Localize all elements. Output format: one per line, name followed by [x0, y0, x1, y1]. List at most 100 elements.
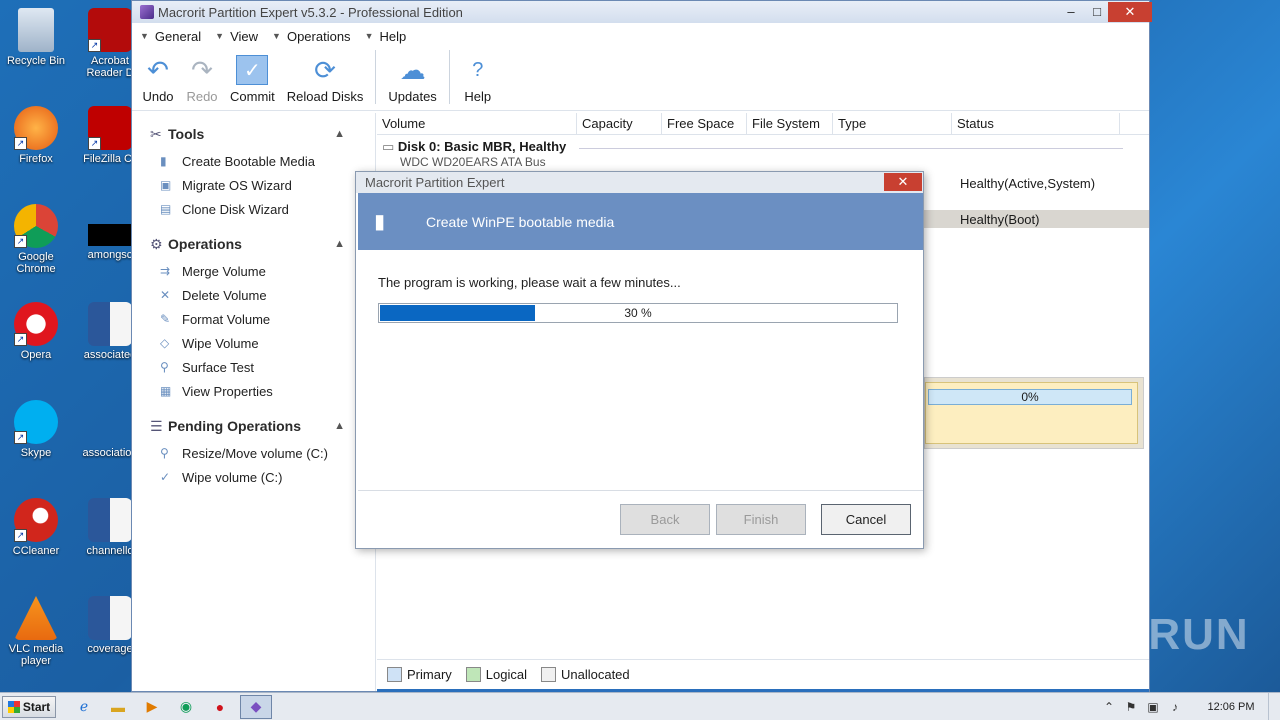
disk-map[interactable]: 0%	[924, 377, 1144, 449]
pending-item[interactable]: ⚲ Resize/Move volume (C:)	[132, 441, 375, 465]
desktop-icon-firefox[interactable]: ↗ Firefox	[0, 106, 72, 165]
collapse-icon[interactable]: ▲	[334, 420, 345, 432]
eraser-icon: ◇	[160, 336, 170, 350]
sidebar-item-wipe-volume[interactable]: ◇ Wipe Volume	[132, 331, 375, 355]
menu-view[interactable]: ▼ View	[215, 29, 258, 44]
desktop-icon-label: amongsc	[87, 249, 133, 261]
undo-label: Undo	[142, 89, 174, 104]
sidebar-item-migrate-os[interactable]: ▣ Migrate OS Wizard	[132, 173, 375, 197]
legend-unallocated: Unallocated	[540, 667, 630, 682]
updates-button[interactable]: ☁ Updates	[382, 55, 442, 104]
unallocated-swatch	[540, 667, 556, 682]
title-bar: Macrorit Partition Expert v5.3.2 - Profe…	[132, 1, 1149, 23]
desktop-icon-recycle-bin[interactable]: Recycle Bin	[0, 8, 72, 67]
taskbar-ie[interactable]: ℯ	[70, 695, 98, 719]
legend-label: Logical	[485, 667, 527, 682]
dialog-title: Macrorit Partition Expert	[356, 172, 923, 193]
sidebar-item-clone-disk[interactable]: ▤ Clone Disk Wizard	[132, 197, 375, 221]
taskbar-media-player[interactable]: ▶	[138, 695, 166, 719]
desktop-icon-vlc[interactable]: VLC media player	[0, 596, 72, 667]
partition-block[interactable]: 0%	[925, 382, 1138, 444]
blank-file-icon	[88, 400, 132, 444]
operations-section-header[interactable]: ⚙ Operations ▲	[132, 229, 375, 259]
column-header-file-system[interactable]: File System	[747, 113, 833, 134]
undo-button[interactable]: ↶ Undo	[136, 55, 180, 104]
start-button[interactable]: Start	[2, 695, 56, 718]
reload-disks-button[interactable]: ⟳ Reload Disks	[281, 55, 370, 104]
taskbar-partition-expert[interactable]: ◆	[240, 694, 272, 719]
pending-list-icon: ☰	[150, 417, 163, 434]
redo-button[interactable]: ↷ Redo	[180, 55, 224, 104]
cancel-button[interactable]: Cancel	[821, 504, 911, 535]
sidebar-item-delete-volume[interactable]: ✕ Delete Volume	[132, 283, 375, 307]
desktop-icon-label: Opera	[20, 349, 52, 361]
resize-icon: ⚲	[160, 446, 169, 460]
pending-section-header[interactable]: ☰ Pending Operations ▲	[132, 411, 375, 441]
column-header-volume[interactable]: Volume	[377, 113, 577, 134]
partition-expert-icon: ◆	[250, 698, 262, 714]
menu-operations[interactable]: ▼ Operations	[272, 29, 351, 44]
updates-label: Updates	[388, 89, 437, 104]
chevron-down-icon: ▼	[140, 31, 149, 41]
help-button[interactable]: ? Help	[456, 55, 500, 104]
desktop-icon-label: Acrobat Reader D	[86, 55, 134, 79]
sidebar-item-surface-test[interactable]: ⚲ Surface Test	[132, 355, 375, 379]
column-header-type[interactable]: Type	[833, 113, 952, 134]
sidebar-item-label: Create Bootable Media	[182, 153, 315, 169]
properties-icon: ▦	[160, 384, 172, 398]
column-header-capacity[interactable]: Capacity	[577, 113, 662, 134]
flag-icon[interactable]: ⚑	[1120, 700, 1142, 714]
operations-icon: ⚙	[150, 235, 163, 252]
sidebar-item-create-bootable-media[interactable]: ▮ Create Bootable Media	[132, 149, 375, 173]
maximize-button[interactable]: □	[1084, 2, 1110, 22]
menu-help[interactable]: ▼ Help	[365, 29, 407, 44]
column-header-status[interactable]: Status	[952, 113, 1120, 134]
menu-general[interactable]: ▼ General	[140, 29, 201, 44]
taskbar-opera[interactable]: ●	[206, 695, 234, 719]
recycle-bin-icon	[18, 8, 54, 52]
redo-icon: ↷	[191, 55, 213, 85]
desktop-icon-opera[interactable]: ↗ Opera	[0, 302, 72, 361]
commit-button[interactable]: ✓ Commit	[224, 55, 281, 104]
divider	[579, 148, 1123, 149]
sidebar-item-format-volume[interactable]: ✎ Format Volume	[132, 307, 375, 331]
sidebar-item-merge-volume[interactable]: ⇉ Merge Volume	[132, 259, 375, 283]
collapse-icon[interactable]: ▲	[334, 238, 345, 250]
taskbar-explorer[interactable]: ▬	[104, 695, 132, 719]
clock[interactable]: 12:06 PM	[1194, 701, 1268, 713]
filezilla-icon: ↗	[88, 106, 132, 150]
legend-logical: Logical	[465, 667, 527, 682]
menu-bar: ▼ General ▼ View ▼ Operations ▼ Help	[132, 23, 1149, 49]
network-icon[interactable]: ▣	[1142, 700, 1164, 714]
dialog-close-button[interactable]: ✕	[884, 173, 922, 191]
vlc-cone-icon	[14, 596, 58, 640]
progress-bar: 30 %	[378, 303, 898, 323]
pending-item[interactable]: ✓ Wipe volume (C:)	[132, 465, 375, 489]
finish-button[interactable]: Finish	[716, 504, 806, 535]
tools-section-header[interactable]: ✂ Tools ▲	[132, 119, 375, 149]
desktop-icon-label: Google Chrome	[16, 251, 56, 275]
collapse-icon[interactable]: ▲	[334, 128, 345, 140]
close-button[interactable]: ✕	[1108, 2, 1152, 22]
taskbar-chrome[interactable]: ◉	[172, 695, 200, 719]
back-button[interactable]: Back	[620, 504, 710, 535]
internet-explorer-icon: ℯ	[79, 698, 89, 714]
column-header-free-space[interactable]: Free Space	[662, 113, 747, 134]
minimize-button[interactable]: –	[1058, 2, 1084, 22]
desktop-icon-skype[interactable]: ↗ Skype	[0, 400, 72, 459]
sidebar-item-label: Delete Volume	[182, 287, 267, 303]
sidebar-item-label: Merge Volume	[182, 263, 266, 279]
disk-row[interactable]: ▭ Disk 0: Basic MBR, Healthy WDC WD20EAR…	[382, 139, 566, 169]
show-desktop-button[interactable]	[1268, 693, 1280, 720]
desktop-icon-ccleaner[interactable]: ↗ CCleaner	[0, 498, 72, 557]
tray-expand-icon[interactable]: ⌃	[1098, 700, 1120, 714]
app-icon	[140, 5, 154, 19]
desktop-icon-label: association	[82, 447, 138, 459]
desktop-icon-chrome[interactable]: ↗ Google Chrome	[0, 204, 72, 275]
sidebar-item-view-properties[interactable]: ▦ View Properties	[132, 379, 375, 403]
media-player-icon: ▶	[146, 698, 158, 714]
pending-item-label: Resize/Move volume (C:)	[182, 445, 328, 461]
usb-icon: ▮	[160, 154, 167, 168]
volume-table-header: Volume Capacity Free Space File System T…	[377, 113, 1149, 135]
volume-icon[interactable]: ♪	[1164, 700, 1186, 714]
